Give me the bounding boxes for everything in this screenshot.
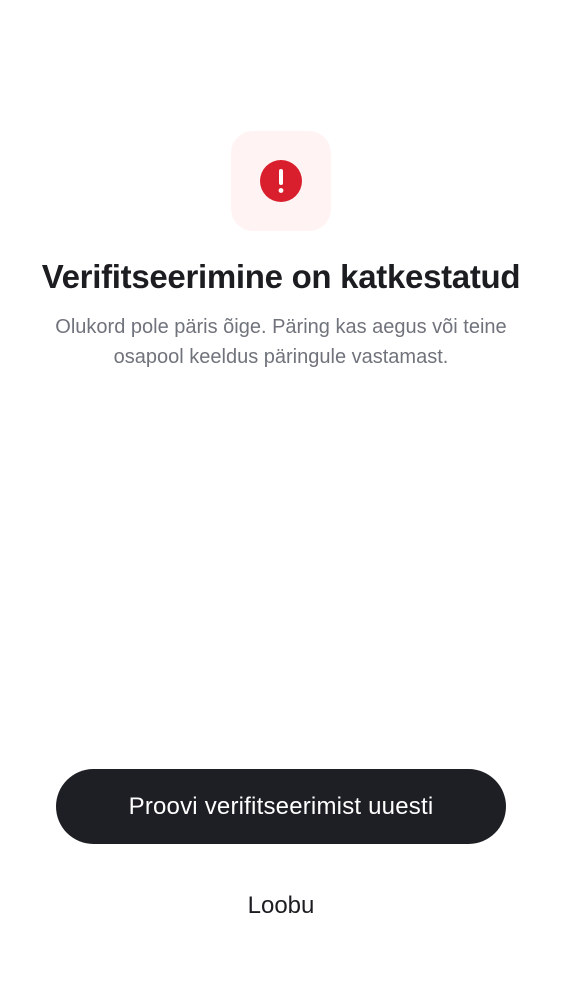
cancel-button[interactable]: Loobu bbox=[181, 880, 381, 932]
retry-verification-button[interactable]: Proovi verifitseerimist uuesti bbox=[56, 769, 506, 844]
error-exclamation-icon bbox=[260, 160, 302, 202]
error-description: Olukord pole päris õige. Päring kas aegu… bbox=[55, 316, 507, 368]
error-icon-container bbox=[231, 131, 331, 231]
page-title: Verifitseerimine on katkestatud bbox=[41, 258, 521, 295]
